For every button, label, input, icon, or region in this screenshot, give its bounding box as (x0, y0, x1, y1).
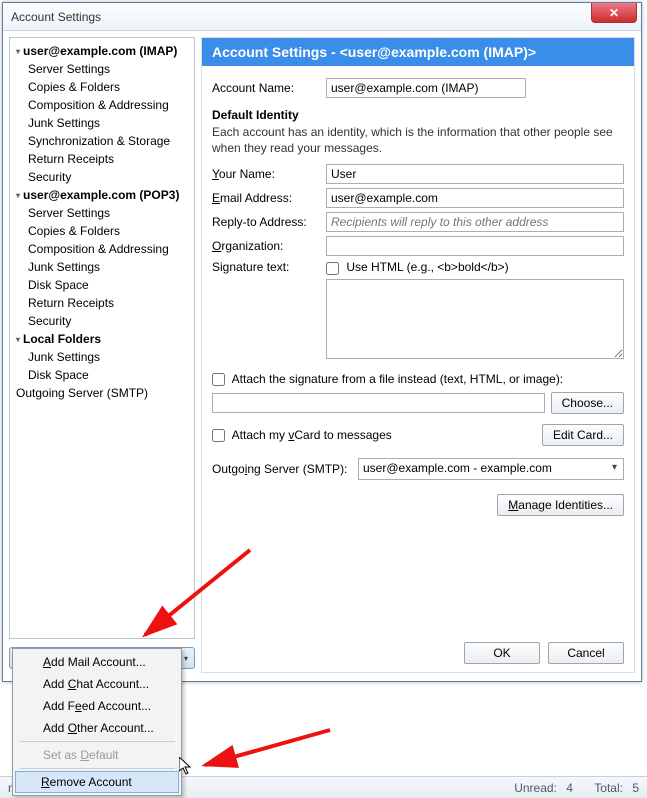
account-tree[interactable]: user@example.com (IMAP) Server Settings … (9, 37, 195, 639)
tree-item[interactable]: Composition & Addressing (12, 240, 192, 258)
tree-item[interactable]: Junk Settings (12, 348, 192, 366)
organization-input[interactable] (326, 236, 624, 256)
use-html-checkbox[interactable] (326, 262, 339, 275)
attach-vcard-text: Attach my vCard to messages (232, 428, 392, 442)
attach-vcard-checkbox-label[interactable]: Attach my vCard to messages (212, 428, 536, 442)
email-input[interactable] (326, 188, 624, 208)
panel-body: Account Name: Default Identity Each acco… (202, 66, 634, 524)
manage-identities-button[interactable]: Manage Identities... (497, 494, 624, 516)
tree-item[interactable]: Composition & Addressing (12, 96, 192, 114)
total-label: Total: (594, 781, 623, 795)
signature-text-label: Signature text: (212, 260, 320, 274)
tree-item[interactable]: Security (12, 312, 192, 330)
main-panel: Account Settings - <user@example.com (IM… (201, 37, 635, 673)
menu-add-other-account[interactable]: Add Other Account... (15, 717, 179, 739)
window-title: Account Settings (11, 10, 101, 24)
tree-item[interactable]: Disk Space (12, 276, 192, 294)
account-settings-window: Account Settings ✕ user@example.com (IMA… (2, 2, 642, 682)
panel-header: Account Settings - <user@example.com (IM… (202, 38, 634, 66)
tree-item[interactable]: Return Receipts (12, 294, 192, 312)
sidebar-column: user@example.com (IMAP) Server Settings … (9, 37, 195, 675)
attach-sig-file-text: Attach the signature from a file instead… (232, 372, 563, 386)
tree-item[interactable]: Return Receipts (12, 150, 192, 168)
account-name-input[interactable] (326, 78, 526, 98)
organization-label: Organization: (212, 239, 320, 253)
cancel-button[interactable]: Cancel (548, 642, 624, 664)
tree-item[interactable]: Copies & Folders (12, 78, 192, 96)
menu-set-as-default: Set as Default (15, 744, 179, 766)
close-icon: ✕ (609, 6, 619, 20)
tree-item[interactable]: Server Settings (12, 60, 192, 78)
tree-item[interactable]: Junk Settings (12, 114, 192, 132)
tree-item[interactable]: Security (12, 168, 192, 186)
tree-account-imap[interactable]: user@example.com (IMAP) (12, 42, 192, 60)
total-value: 5 (632, 781, 639, 795)
tree-outgoing-smtp[interactable]: Outgoing Server (SMTP) (12, 384, 192, 402)
status-right: Unread: 4 Total: 5 (508, 781, 639, 795)
tree-item[interactable]: Server Settings (12, 204, 192, 222)
smtp-select[interactable]: user@example.com - example.com (358, 458, 624, 480)
tree-item[interactable]: Copies & Folders (12, 222, 192, 240)
tree-local-folders[interactable]: Local Folders (12, 330, 192, 348)
edit-card-button[interactable]: Edit Card... (542, 424, 624, 446)
titlebar: Account Settings ✕ (3, 3, 641, 31)
unread-value: 4 (566, 781, 573, 795)
tree-item[interactable]: Junk Settings (12, 258, 192, 276)
sig-file-path-input[interactable] (212, 393, 545, 413)
smtp-value: user@example.com - example.com (363, 461, 552, 475)
reply-to-input[interactable] (326, 212, 624, 232)
header-prefix: Account Settings - (212, 44, 340, 60)
content-area: user@example.com (IMAP) Server Settings … (3, 31, 641, 681)
menu-separator (19, 768, 175, 769)
attach-sig-file-checkbox[interactable] (212, 373, 225, 386)
use-html-text: Use HTML (e.g., <b>bold</b>) (346, 260, 508, 274)
tree-item[interactable]: Disk Space (12, 366, 192, 384)
account-actions-menu: Add Mail Account... Add Chat Account... … (12, 648, 182, 796)
reply-to-label: Reply-to Address: (212, 215, 320, 229)
menu-add-feed-account[interactable]: Add Feed Account... (15, 695, 179, 717)
dialog-button-row: OK Cancel (464, 642, 624, 664)
signature-textarea[interactable] (326, 279, 624, 359)
header-account: <user@example.com (IMAP)> (340, 44, 537, 60)
account-name-label: Account Name: (212, 81, 320, 95)
your-name-input[interactable] (326, 164, 624, 184)
attach-sig-file-checkbox-label[interactable]: Attach the signature from a file instead… (212, 372, 563, 386)
attach-vcard-checkbox[interactable] (212, 429, 225, 442)
smtp-label: Outgoing Server (SMTP): (212, 462, 352, 476)
ok-button[interactable]: OK (464, 642, 540, 664)
menu-add-mail-account[interactable]: Add Mail Account... (15, 651, 179, 673)
unread-label: Unread: (514, 781, 557, 795)
tree-item[interactable]: Synchronization & Storage (12, 132, 192, 150)
use-html-checkbox-label[interactable]: Use HTML (e.g., <b>bold</b>) (326, 260, 509, 274)
annotation-arrow-2 (190, 720, 340, 780)
identity-description: Each account has an identity, which is t… (212, 124, 624, 156)
menu-add-chat-account[interactable]: Add Chat Account... (15, 673, 179, 695)
menu-separator (19, 741, 175, 742)
choose-file-button[interactable]: Choose... (551, 392, 624, 414)
tree-account-pop3[interactable]: user@example.com (POP3) (12, 186, 192, 204)
email-label: Email Address: (212, 191, 320, 205)
dropdown-arrow-icon: ▾ (184, 654, 188, 663)
menu-remove-account[interactable]: Remove Account (15, 771, 179, 793)
default-identity-title: Default Identity (212, 108, 624, 122)
close-button[interactable]: ✕ (591, 3, 637, 23)
your-name-label: Your Name: (212, 167, 320, 181)
